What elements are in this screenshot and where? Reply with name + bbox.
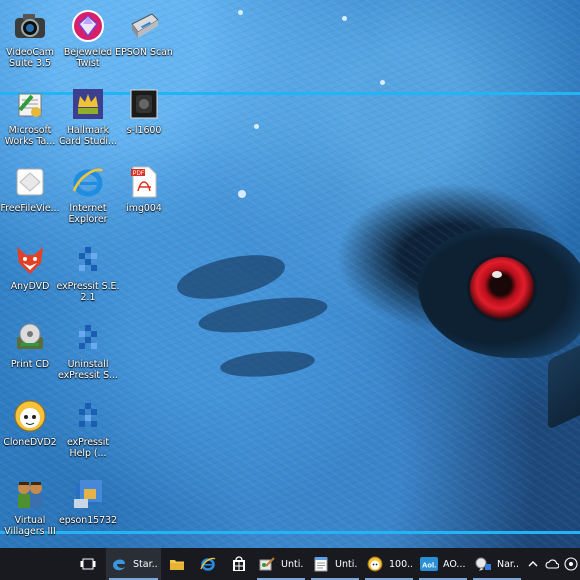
wallpaper-sparkle [254,124,259,129]
image-file-icon [126,86,162,122]
task-view-icon [79,555,97,573]
taskbar-app-internet-explorer[interactable] [192,548,223,580]
clonedvd-sheep-icon [12,398,48,434]
task-view-button[interactable] [70,548,106,580]
photo-viewer-icon [366,555,384,573]
taskbar-app-edge[interactable]: Star... [106,548,161,580]
desktop-icon-s-l1600[interactable]: s-l1600 [111,82,177,158]
wallpaper-sparkle [238,190,246,198]
desktop-icon-expressit-se[interactable]: exPressit S.E. 2.1 [55,238,121,314]
icon-label: s-l1600 [126,125,162,136]
printcd-icon [12,320,48,356]
taskbar-app-label: Star... [133,558,157,570]
icon-label: FreeFileVie... [0,203,60,214]
expressit-help-icon [70,398,106,434]
pdf-file-icon: PDF [126,164,162,200]
taskbar-app-file-explorer[interactable] [161,548,192,580]
icon-label: CloneDVD2 [3,437,57,448]
wallpaper-feather-shadow [219,347,316,381]
aol-icon: Aol. [420,555,438,573]
desktop-icon-microsoft-works[interactable]: Microsoft Works Ta... [0,82,63,158]
bejeweled-icon [70,8,106,44]
icon-label: Virtual Villagers III [4,515,56,537]
icon-label: exPressit S.E. 2.1 [56,281,120,303]
desktop-icon-videocam-suite[interactable]: VideoCam Suite 3.5 [0,4,63,80]
freefileviewer-icon [12,164,48,200]
file-explorer-icon [168,555,186,573]
taskbar-app-label: Unti... [335,558,358,570]
desktop-icon-virtual-villagers[interactable]: Virtual Villagers III [0,472,63,548]
internet-explorer-icon [199,555,217,573]
works-icon [12,86,48,122]
icon-label: epson15732 [58,515,118,526]
taskbar-app-notepad[interactable]: Unti... [308,548,362,580]
epson-installer-icon [70,476,106,512]
taskbar-app-label: Unti... [281,558,304,570]
desktop-icon-img004[interactable]: PDF img004 [111,160,177,236]
taskbar: Star... Unti... Unti... 100... [0,548,580,580]
desktop-icon-freefileviewer[interactable]: FreeFileVie... [0,160,63,236]
taskbar-app-label: Nar... [497,558,520,570]
taskbar-search-area [0,548,70,580]
desktop-icon-expressit-help[interactable]: exPressit Help (... [55,394,121,470]
taskbar-app-aol[interactable]: Aol. AO... [416,548,470,580]
desktop-icon-clonedvd2[interactable]: CloneDVD2 [0,394,63,470]
hallmark-icon [70,86,106,122]
icon-label: VideoCam Suite 3.5 [6,47,54,69]
desktop-icon-epson-scan[interactable]: EPSON Scan [111,4,177,80]
icon-label: img004 [126,203,162,214]
icon-label: EPSON Scan [115,47,173,58]
expressit-icon [70,242,106,278]
narrator-icon [474,555,492,573]
icon-label: Microsoft Works Ta... [4,125,56,147]
system-tray [526,557,580,571]
icon-label: Print CD [10,359,50,370]
icon-label: exPressit Help (... [66,437,110,459]
virtual-villagers-icon [12,476,48,512]
icon-label: AnyDVD [10,281,50,292]
taskbar-app-photo-viewer[interactable]: 100... [362,548,416,580]
taskbar-app-paint[interactable]: Unti... [254,548,308,580]
anydvd-fox-icon [12,242,48,278]
onedrive-icon[interactable] [545,557,559,571]
expressit-uninstall-icon [70,320,106,356]
notepad-icon [312,555,330,573]
taskbar-app-label: AO... [443,558,466,570]
wallpaper-bird-eye [470,257,534,319]
internet-explorer-icon [70,164,106,200]
taskbar-app-label: 100... [389,558,412,570]
wallpaper-sparkle [380,80,385,85]
paint-icon [258,555,276,573]
desktop-icon-epson15732[interactable]: epson15732 [55,472,121,548]
scanner-icon [126,8,162,44]
wallpaper-sparkle [342,16,347,21]
desktop-icon-print-cd[interactable]: Print CD [0,316,63,392]
svg-text:Aol.: Aol. [422,561,436,570]
edge-icon [110,555,128,573]
wallpaper-sparkle [238,10,243,15]
taskbar-app-narrator[interactable]: Nar... [470,548,524,580]
taskbar-app-store[interactable] [223,548,254,580]
icon-label: Uninstall exPressit S... [58,359,118,381]
videocam-icon [12,8,48,44]
store-icon [230,555,248,573]
desktop-icon-uninstall-expressit[interactable]: Uninstall exPressit S... [55,316,121,392]
desktop-icon-anydvd[interactable]: AnyDVD [0,238,63,314]
chevron-up-icon[interactable] [526,557,540,571]
wifi-icon[interactable] [564,557,578,571]
svg-text:PDF: PDF [133,171,145,177]
